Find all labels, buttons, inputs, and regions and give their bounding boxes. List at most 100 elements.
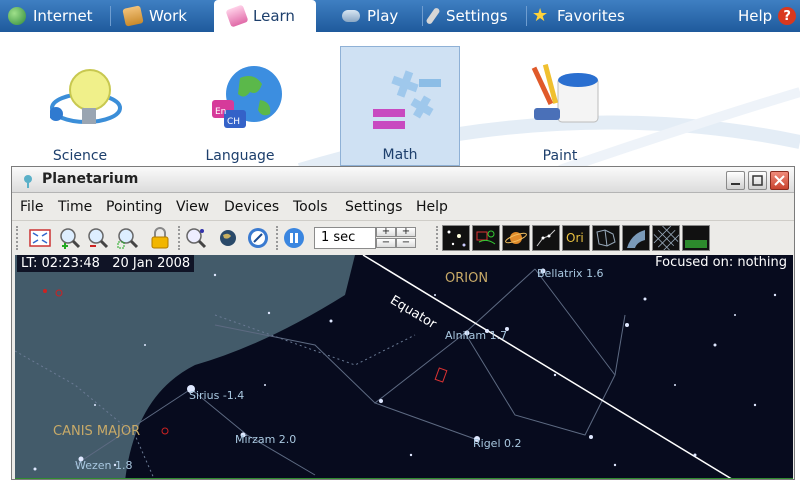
tab-work[interactable]: Work: [122, 0, 187, 32]
star-label-mirzam: Mirzam 2.0: [235, 433, 297, 446]
constellation-lines-icon: [536, 229, 556, 247]
briefcase-icon: [122, 5, 144, 27]
ground-icon: [685, 240, 707, 248]
app-language[interactable]: En CH Language: [180, 46, 300, 166]
zoom-in-button[interactable]: [58, 226, 82, 250]
tab-internet[interactable]: Internet: [8, 0, 93, 32]
close-button[interactable]: [770, 171, 789, 190]
pause-button[interactable]: [282, 226, 306, 250]
find-object-button[interactable]: [184, 226, 208, 250]
focus-readout: Focused on: nothing: [655, 255, 787, 270]
find-icon: [186, 228, 207, 249]
lock-button[interactable]: [148, 226, 172, 250]
pause-icon: [284, 228, 304, 248]
sky-map-canvas: [15, 255, 777, 479]
menu-time[interactable]: Time: [58, 199, 92, 215]
app-math-label: Math: [382, 147, 418, 163]
menu-tools[interactable]: Tools: [293, 199, 328, 215]
time-unit-up-button[interactable]: +: [396, 227, 416, 237]
tab-settings-label: Settings: [446, 7, 508, 25]
toggle-planets-button[interactable]: [502, 225, 530, 251]
tab-learn-label: Learn: [253, 7, 295, 25]
wrench-icon: [425, 6, 441, 26]
time-step-up-button[interactable]: +: [376, 227, 396, 237]
minimize-button[interactable]: [726, 171, 745, 190]
tab-play[interactable]: Play: [342, 0, 398, 32]
sky-map[interactable]: LT: 02:23:48 20 Jan 2008 Focused on: not…: [15, 255, 793, 479]
app-language-label: Language: [205, 148, 275, 164]
planetarium-window: Planetarium File Time Pointing View Devi…: [11, 166, 795, 480]
tab-settings[interactable]: Settings: [425, 0, 508, 32]
top-tab-bar: Internet Work Learn Play Settings ★ Favo…: [0, 0, 800, 32]
menu-devices[interactable]: Devices: [224, 199, 279, 215]
tab-favorites-label: Favorites: [557, 7, 625, 25]
toggle-constellation-names-button[interactable]: Ori: [562, 225, 590, 251]
zoom-in-icon: [60, 228, 81, 249]
zoom-fit-button[interactable]: [116, 226, 140, 250]
local-time-readout: LT: 02:23:48 20 Jan 2008: [17, 255, 195, 272]
svg-text:CH: CH: [227, 117, 240, 127]
zoom-fit-icon: [117, 228, 139, 249]
app-science[interactable]: Science: [20, 46, 140, 166]
toggle-stars-button[interactable]: [442, 225, 470, 251]
tab-work-label: Work: [149, 7, 187, 25]
toggle-milky-way-button[interactable]: [622, 225, 650, 251]
help-label: Help: [738, 7, 773, 25]
menu-settings[interactable]: Settings: [345, 199, 402, 215]
planet-icon: [505, 232, 527, 244]
fullscreen-button[interactable]: [28, 226, 52, 250]
zoom-out-button[interactable]: [86, 226, 110, 250]
center-earth-button[interactable]: [216, 226, 240, 250]
tab-separator: [526, 6, 527, 26]
star-label-alnilam: Alnilam 1.7: [445, 329, 508, 342]
toggle-constellation-boundaries-button[interactable]: [592, 225, 620, 251]
window-titlebar[interactable]: Planetarium: [12, 167, 794, 193]
compass-icon: [248, 228, 268, 248]
time-step-value: 1 sec: [321, 230, 356, 245]
star-label-bellatrix: Bellatrix 1.6: [537, 267, 604, 280]
tab-learn[interactable]: Learn: [214, 0, 316, 32]
tab-play-label: Play: [367, 7, 399, 25]
app-math[interactable]: Math: [340, 46, 460, 166]
menu-file[interactable]: File: [20, 199, 43, 215]
app-paint[interactable]: Paint: [500, 46, 620, 166]
toolbar: 1 sec + − + − Ori: [12, 222, 794, 254]
stars-icon: [447, 230, 466, 247]
help-icon: ?: [778, 7, 797, 25]
toggle-grid-button[interactable]: [652, 225, 680, 252]
toggle-constellation-lines-button[interactable]: [532, 225, 560, 251]
tab-favorites[interactable]: ★ Favorites: [532, 0, 625, 32]
time-step-input[interactable]: 1 sec: [314, 227, 376, 249]
constellation-label-canis-major: CANIS MAJOR: [53, 424, 141, 439]
star-label-rigel: Rigel 0.2: [473, 437, 522, 450]
toggle-deep-sky-button[interactable]: [472, 225, 500, 251]
svg-text:En: En: [215, 107, 226, 117]
app-launcher: Science En CH Language Math Paint: [0, 32, 800, 170]
planetarium-app-icon: [22, 173, 34, 188]
menu-view[interactable]: View: [176, 199, 209, 215]
menu-pointing[interactable]: Pointing: [106, 199, 162, 215]
globe-icon: [8, 7, 26, 25]
tab-internet-label: Internet: [33, 7, 93, 25]
track-button[interactable]: [246, 226, 270, 250]
constellation-label-orion: ORION: [445, 271, 489, 286]
menu-help[interactable]: Help: [416, 199, 448, 215]
lightbulb-icon: [50, 69, 122, 124]
toolbar-separator: [436, 226, 438, 250]
time-step-down-button[interactable]: −: [376, 238, 396, 248]
toolbar-separator: [178, 226, 180, 250]
focus-value: Focused on: nothing: [655, 255, 787, 270]
eraser-icon: [225, 4, 249, 28]
tab-separator: [110, 6, 111, 26]
maximize-button[interactable]: [748, 171, 767, 190]
star-label-wezen: Wezen 1.8: [75, 459, 133, 472]
help-button[interactable]: Help ?: [738, 0, 797, 32]
star-label-sirius: Sirius -1.4: [189, 389, 245, 402]
boundaries-icon: [596, 229, 616, 247]
minimize-icon: [731, 183, 740, 185]
globe-language-icon: En CH: [212, 66, 282, 128]
toolbar-grip: [16, 226, 20, 250]
toggle-ground-button[interactable]: [682, 225, 710, 251]
time-unit-down-button[interactable]: −: [396, 238, 416, 248]
star-icon: ★: [532, 5, 549, 26]
